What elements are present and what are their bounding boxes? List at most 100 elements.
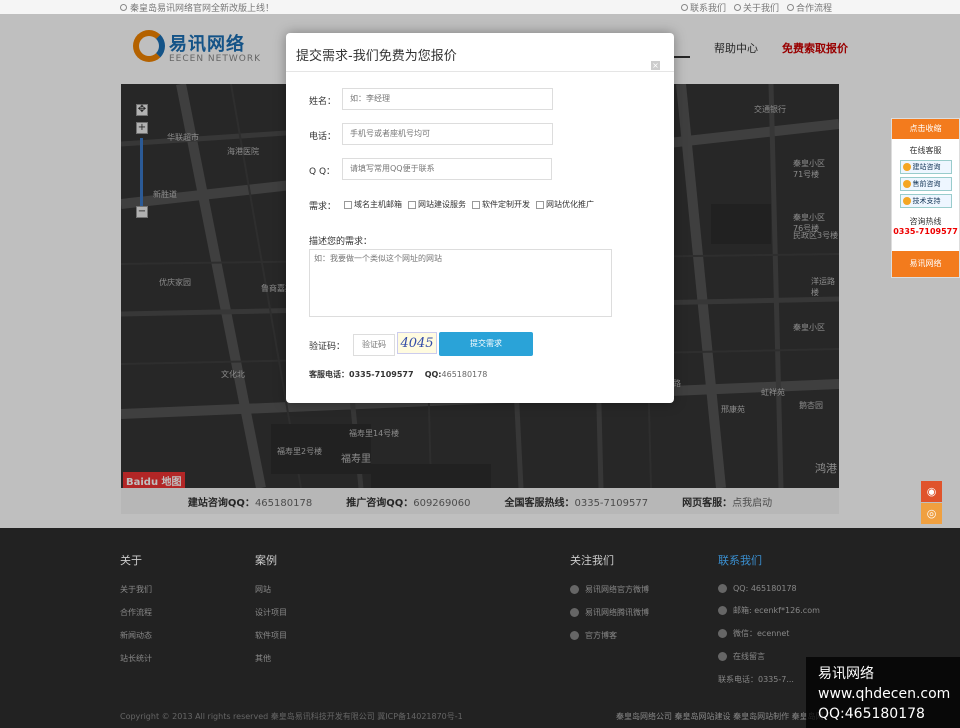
checkbox-label[interactable]: 网站优化推广 [546,199,594,210]
footer-link[interactable]: 新闻动态 [120,630,152,641]
name-input[interactable]: 如：李经理 [342,88,553,110]
hotline-label: 咨询热线 [909,217,942,226]
cooperation-flow-link[interactable]: 合作流程 [786,1,832,14]
footer-seo-links[interactable]: 秦皇岛网络公司 秦皇岛网站建设 秦皇岛网站制作 秦皇岛网 [616,711,824,722]
collapse-panel-button[interactable]: 点击收缩 [892,119,959,139]
footer-contact-text: 微信：ecennet [733,629,790,638]
checkbox-label[interactable]: 域名主机邮箱 [354,199,402,210]
modal-footer: 客服电话：0335-7109577 QQ:465180178 [309,369,487,380]
footer-link[interactable]: 软件项目 [255,630,287,641]
announcement-text[interactable]: 秦皇岛易讯网络官网全新改版上线！ [130,1,274,14]
qq-consult-build-button[interactable]: 建站咨询 [899,160,952,174]
user-add-icon [718,652,727,661]
watermark-line: www.qhdecen.com [818,686,951,702]
speaker-icon [120,4,127,11]
footer-message[interactable]: 在线留言 [718,651,820,662]
footer-col-about: 关于 关于我们 合作流程 新闻动态 站长统计 [120,552,152,676]
tencent-weibo-icon [570,608,579,617]
need-option-domain[interactable]: 域名主机邮箱 [344,199,402,210]
footer-col-title: 关于 [120,554,142,567]
people-icon [733,4,741,11]
about-us-link[interactable]: 关于我们 [733,1,779,14]
qq-input[interactable]: 请填写常用QQ便于联系 [342,158,552,180]
close-icon[interactable]: × [651,61,660,70]
footer-col-title: 联系我们 [718,554,762,567]
footer-email: 邮箱: ecenkf*126.com [718,605,820,616]
watermark-line: 易讯网络 [818,666,874,682]
blog-icon [570,631,579,640]
footer-col-cases: 案例 网站 设计项目 软件项目 其他 [255,552,287,676]
button-label: 建站咨询 [912,163,941,171]
checkbox-label[interactable]: 网站建设服务 [418,199,466,210]
captcha-label: 验证码： [309,342,346,352]
footer-link-label[interactable]: 易讯网络官方微博 [585,584,649,595]
footer-link[interactable]: 关于我们 [120,584,152,595]
footer-link[interactable]: 站长统计 [120,653,152,664]
checkbox[interactable] [536,200,544,209]
qq-tech-support-button[interactable]: 技术支持 [899,194,952,208]
online-service-panel: 点击收缩 在线客服 建站咨询 售前咨询 技术支持 咨询热线 0335-71095… [891,118,960,278]
footer-col-title: 案例 [255,554,277,567]
captcha-input[interactable]: 验证码 [353,334,395,356]
phone-label: 电话： [309,132,337,142]
footer-link[interactable]: 其他 [255,653,287,664]
checkbox[interactable] [472,200,480,209]
about-us-label[interactable]: 关于我们 [743,1,779,14]
tencent-weibo-share-icon[interactable]: ◎ [921,503,942,524]
copyright: Copyright © 2013 All rights reserved 秦皇岛… [120,712,463,721]
service-qq: 465180178 [441,370,488,379]
captcha-image[interactable]: 4045 [397,332,437,354]
mail-icon [718,606,727,615]
footer-link[interactable]: 设计项目 [255,607,287,618]
footer-link-label[interactable]: 易讯网络腾讯微博 [585,607,649,618]
footer-blog-link[interactable]: 官方博客 [570,630,649,641]
footer-tencent-weibo-link[interactable]: 易讯网络腾讯微博 [570,607,649,618]
footer-qq: QQ: 465180178 [718,584,820,593]
weibo-share-icon[interactable]: ◉ [921,481,942,502]
description-label: 描述您的需求： [309,237,373,247]
button-label: 技术支持 [912,197,941,205]
cooperation-flow-label[interactable]: 合作流程 [796,1,832,14]
service-phone: 客服电话：0335-7109577 [309,370,414,379]
phone-icon [680,4,688,11]
qq-icon [718,584,727,593]
checkbox[interactable] [408,200,416,209]
description-textarea[interactable]: 如：我要做一个类似这个网址的网站 [309,249,612,317]
need-option-website[interactable]: 网站建设服务 [408,199,466,210]
footer-wechat: 微信：ecennet [718,628,820,639]
qq-consult-presale-button[interactable]: 售前咨询 [899,177,952,191]
footer-phone: 联系电话：0335-7... [718,674,820,685]
modal-title: 提交需求-我们免费为您报价 [296,49,457,64]
need-option-software[interactable]: 软件定制开发 [472,199,530,210]
quote-request-modal: 提交需求-我们免费为您报价 × 姓名： 如：李经理 电话： 手机号或者座机号均可… [286,33,674,403]
footer-weibo-link[interactable]: 易讯网络官方微博 [570,584,649,595]
need-option-seo[interactable]: 网站优化推广 [536,199,594,210]
watermark-line: QQ:465180178 [818,706,925,722]
footer-link-label[interactable]: 官方博客 [585,630,617,641]
need-label: 需求： [309,202,337,212]
qq-label-text: QQ: [424,370,442,379]
topbar-links: 联系我们 关于我们 合作流程 [680,1,832,14]
footer-link[interactable]: 合作流程 [120,607,152,618]
gear-icon [786,4,794,11]
contact-us-label[interactable]: 联系我们 [690,1,726,14]
wechat-icon [718,629,727,638]
contact-us-link[interactable]: 联系我们 [680,1,726,14]
button-label: 售前咨询 [912,180,941,188]
checkbox-label[interactable]: 软件定制开发 [482,199,530,210]
footer-contact-text[interactable]: 在线留言 [733,651,765,662]
qq-icon [902,163,911,171]
phone-input[interactable]: 手机号或者座机号均可 [342,123,553,145]
service-title: 在线客服 [909,146,942,155]
modal-divider [286,71,674,72]
footer-link[interactable]: 网站 [255,584,287,595]
footer-col-title: 关注我们 [570,554,614,567]
site-watermark: 易讯网络 www.qhdecen.com QQ:465180178 [806,657,960,728]
announcement[interactable]: 秦皇岛易讯网络官网全新改版上线！ [120,1,274,14]
checkbox[interactable] [344,200,352,209]
footer-contact-text: QQ: 465180178 [733,584,797,593]
hotline-number: 0335-7109577 [893,227,958,236]
submit-button[interactable]: 提交需求 [439,332,533,356]
footer-col-follow: 关注我们 易讯网络官方微博 易讯网络腾讯微博 官方博客 [570,552,649,653]
topbar: 秦皇岛易讯网络官网全新改版上线！ 联系我们 关于我们 合作流程 [0,0,960,14]
